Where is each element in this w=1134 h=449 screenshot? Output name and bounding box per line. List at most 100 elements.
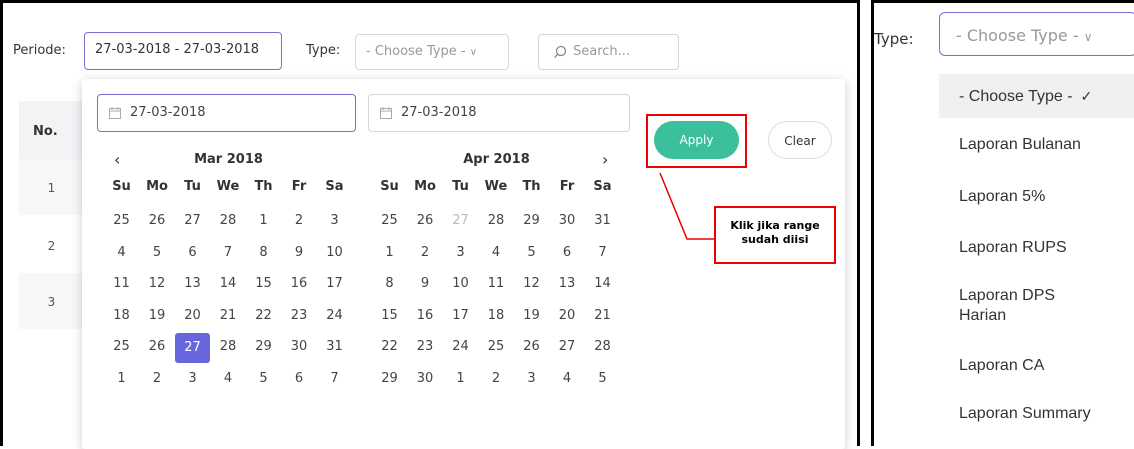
calendar-day[interactable]: 16 <box>408 308 443 328</box>
calendar-day[interactable]: 4 <box>104 245 139 265</box>
type-select[interactable]: - Choose Type - ∨ <box>355 34 509 70</box>
calendar-day[interactable]: 7 <box>585 245 620 265</box>
calendar-day[interactable]: 26 <box>140 339 175 359</box>
end-date-value: 27-03-2018 <box>401 105 477 120</box>
calendar-day[interactable]: 17 <box>317 276 352 296</box>
calendar-day[interactable]: 18 <box>479 308 514 328</box>
calendar-day[interactable]: 17 <box>443 308 478 328</box>
calendar-day[interactable]: 5 <box>585 371 620 391</box>
calendar-day[interactable]: 28 <box>479 213 514 233</box>
type-option[interactable]: Laporan Bulanan <box>939 136 1134 154</box>
calendar-day[interactable]: 16 <box>282 276 317 296</box>
clear-button[interactable]: Clear <box>768 121 832 159</box>
calendar-day[interactable]: 13 <box>175 276 210 296</box>
calendar-day[interactable]: 6 <box>550 245 585 265</box>
calendar-day[interactable]: 22 <box>372 339 407 359</box>
calendar-day[interactable]: 25 <box>479 339 514 359</box>
calendar-day[interactable]: 29 <box>514 213 549 233</box>
calendar-day[interactable]: 25 <box>104 339 139 359</box>
calendar-day[interactable]: 14 <box>585 276 620 296</box>
calendar-day[interactable]: 30 <box>282 339 317 359</box>
calendar-day[interactable]: 11 <box>104 276 139 296</box>
calendar-day[interactable]: 1 <box>372 245 407 265</box>
calendar-day[interactable]: 29 <box>246 339 281 359</box>
calendar-day[interactable]: 9 <box>408 276 443 296</box>
calendar-day[interactable]: 4 <box>479 245 514 265</box>
calendar-day[interactable]: 12 <box>514 276 549 296</box>
calendar-day[interactable]: 2 <box>140 371 175 391</box>
calendar-day[interactable]: 23 <box>408 339 443 359</box>
calendar-day[interactable]: 21 <box>585 308 620 328</box>
calendar-day[interactable]: 22 <box>246 308 281 328</box>
calendar-day[interactable]: 5 <box>140 245 175 265</box>
calendar-day[interactable]: 8 <box>372 276 407 296</box>
type-option[interactable]: Laporan 5% <box>939 188 1134 206</box>
calendar-day[interactable]: 3 <box>317 213 352 233</box>
calendar-day[interactable]: 10 <box>443 276 478 296</box>
calendar-day[interactable]: 26 <box>514 339 549 359</box>
calendar-day[interactable]: 28 <box>211 213 246 233</box>
calendar-day[interactable]: 24 <box>443 339 478 359</box>
calendar-day[interactable]: 20 <box>550 308 585 328</box>
calendar-day[interactable]: 13 <box>550 276 585 296</box>
calendar-day[interactable]: 2 <box>408 245 443 265</box>
type-option[interactable]: Laporan RUPS <box>939 239 1134 257</box>
calendar-day[interactable]: 7 <box>317 371 352 391</box>
calendar-day[interactable]: 1 <box>443 371 478 391</box>
end-date-input[interactable]: 27-03-2018 <box>368 94 630 132</box>
type-option[interactable]: Laporan DPS Harian <box>939 286 1089 326</box>
calendar-day[interactable]: 7 <box>211 245 246 265</box>
apply-highlight-box <box>646 114 747 168</box>
periode-input[interactable]: 27-03-2018 - 27-03-2018 <box>84 32 282 70</box>
calendar-day[interactable]: 21 <box>211 308 246 328</box>
calendar-day[interactable]: 4 <box>211 371 246 391</box>
calendar-day[interactable]: 24 <box>317 308 352 328</box>
calendar-day[interactable]: 15 <box>246 276 281 296</box>
search-input[interactable]: Search... <box>538 34 679 70</box>
calendar-day[interactable]: 28 <box>211 339 246 359</box>
calendar-day[interactable]: 27 <box>550 339 585 359</box>
calendar-day[interactable]: 3 <box>175 371 210 391</box>
calendar-day[interactable]: 27 <box>443 213 478 233</box>
calendar-day[interactable]: 10 <box>317 245 352 265</box>
calendar-day[interactable]: 19 <box>514 308 549 328</box>
calendar-day[interactable]: 2 <box>282 213 317 233</box>
type-select[interactable]: - Choose Type - ∨ <box>939 12 1134 56</box>
calendar-day[interactable]: 14 <box>211 276 246 296</box>
calendar-day[interactable]: 23 <box>282 308 317 328</box>
type-option[interactable]: Laporan CA <box>939 357 1134 375</box>
type-option[interactable]: - Choose Type - ✓ <box>939 74 1134 118</box>
calendar-day[interactable]: 18 <box>104 308 139 328</box>
calendar-day[interactable]: 31 <box>317 339 352 359</box>
calendar-day[interactable]: 25 <box>372 213 407 233</box>
calendar-day[interactable]: 27 <box>175 213 210 233</box>
calendar-day[interactable]: 3 <box>514 371 549 391</box>
calendar-day[interactable]: 19 <box>140 308 175 328</box>
calendar-day[interactable]: 15 <box>372 308 407 328</box>
calendar-day[interactable]: 25 <box>104 213 139 233</box>
calendar-day[interactable]: 9 <box>282 245 317 265</box>
calendar-day[interactable]: 26 <box>140 213 175 233</box>
calendar-day[interactable]: 3 <box>443 245 478 265</box>
calendar-day[interactable]: 30 <box>408 371 443 391</box>
calendar-day[interactable]: 29 <box>372 371 407 391</box>
calendar-day[interactable]: 6 <box>175 245 210 265</box>
start-date-input[interactable]: 27-03-2018 <box>97 94 356 132</box>
calendar-day[interactable]: 4 <box>550 371 585 391</box>
calendar-day[interactable]: 8 <box>246 245 281 265</box>
calendar-day[interactable]: 12 <box>140 276 175 296</box>
calendar-day[interactable]: 1 <box>104 371 139 391</box>
calendar-day[interactable]: 5 <box>514 245 549 265</box>
calendar-day[interactable]: 5 <box>246 371 281 391</box>
calendar-day-selected[interactable]: 27 <box>175 333 210 363</box>
calendar-day[interactable]: 28 <box>585 339 620 359</box>
calendar-day[interactable]: 6 <box>282 371 317 391</box>
calendar-day[interactable]: 26 <box>408 213 443 233</box>
type-option[interactable]: Laporan Summary <box>939 405 1134 423</box>
calendar-day[interactable]: 30 <box>550 213 585 233</box>
calendar-day[interactable]: 11 <box>479 276 514 296</box>
calendar-day[interactable]: 2 <box>479 371 514 391</box>
calendar-day[interactable]: 20 <box>175 308 210 328</box>
calendar-day[interactable]: 1 <box>246 213 281 233</box>
calendar-day[interactable]: 31 <box>585 213 620 233</box>
